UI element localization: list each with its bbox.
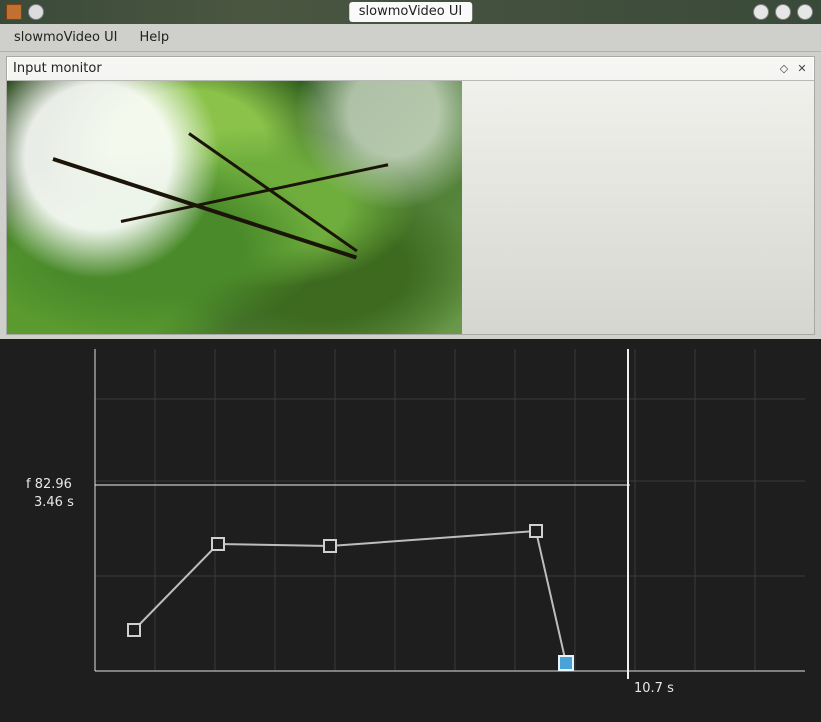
preview-frame[interactable] [7,81,462,334]
menu-slowmovideo[interactable]: slowmoVideo UI [10,28,122,47]
menu-help[interactable]: Help [136,28,174,47]
window-titlebar: slowmoVideo UI [0,0,821,24]
minimize-button[interactable] [753,4,769,20]
panel-close-icon[interactable]: ✕ [796,63,808,75]
panel-title: Input monitor [13,61,102,76]
maximize-button[interactable] [775,4,791,20]
y-axis-time-label: 3.46 s [34,495,74,510]
window-body: slowmoVideo UI Help Input monitor ◇ ✕ [0,24,821,722]
menubar: slowmoVideo UI Help [0,24,821,52]
panel-header[interactable]: Input monitor ◇ ✕ [7,57,814,81]
y-axis-frame-label: f 82.96 [26,477,72,492]
timeline-canvas[interactable]: f 82.96 3.46 s 10.7 s [0,339,821,722]
preview-area [7,81,814,334]
input-monitor-panel: Input monitor ◇ ✕ [6,56,815,335]
close-button[interactable] [797,4,813,20]
titlebar-menu-button[interactable] [28,4,44,20]
app-icon [6,4,22,20]
x-axis-cursor-label: 10.7 s [634,681,674,696]
undock-icon[interactable]: ◇ [778,63,790,75]
window-title: slowmoVideo UI [349,2,473,22]
